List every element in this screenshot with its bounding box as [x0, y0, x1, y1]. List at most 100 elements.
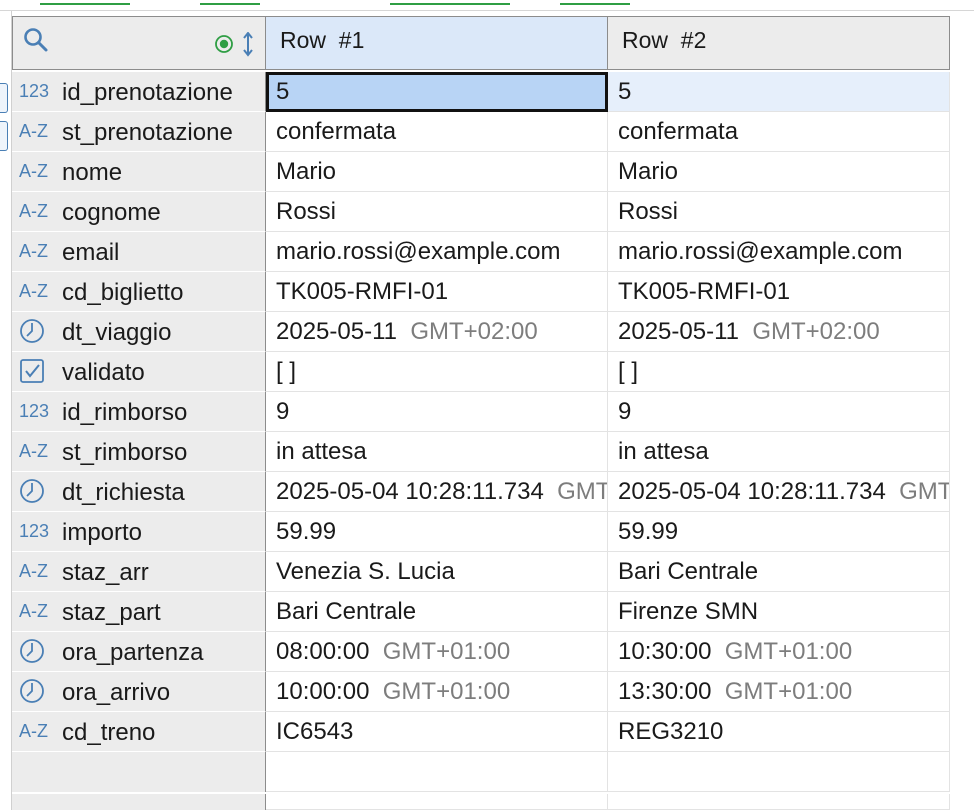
field-header-id-rimborso[interactable]: 123 id_rimborso: [12, 392, 266, 432]
field-name-label: ora_arrivo: [62, 679, 171, 706]
search-icon[interactable]: [23, 27, 49, 58]
value-cell[interactable]: 2025-05-04 10:28:11.734 GMT+02:00: [608, 472, 950, 512]
value-cell[interactable]: 08:00:00 GMT+01:00: [266, 632, 608, 672]
value-cell[interactable]: 5: [608, 72, 950, 112]
value-cell[interactable]: TK005-RMFI-01: [608, 272, 950, 312]
field-header-id-prenotazione[interactable]: 123 id_prenotazione: [12, 72, 266, 112]
value-cell[interactable]: in attesa: [266, 432, 608, 472]
field-header-staz-arr[interactable]: A-Z staz_arr: [12, 552, 266, 592]
field-header-importo[interactable]: 123 importo: [12, 512, 266, 552]
cell-value: 2025-05-11: [276, 318, 397, 345]
top-strip-fragment: [40, 0, 130, 5]
value-cell[interactable]: confermata: [608, 112, 950, 152]
empty-cell: [608, 752, 950, 792]
cell-value: 5: [276, 78, 290, 105]
value-cell[interactable]: 9: [266, 392, 608, 432]
number-type-icon: 123: [19, 401, 50, 421]
cell-value: 2025-05-11: [618, 318, 739, 345]
value-cell[interactable]: 2025-05-11 GMT+02:00: [266, 312, 608, 352]
field-header-cd-treno[interactable]: A-Z cd_treno: [12, 712, 266, 752]
field-name-label: st_rimborso: [62, 439, 188, 466]
value-cell[interactable]: Rossi: [266, 192, 608, 232]
field-name-label: nome: [62, 159, 123, 186]
cell-value: mario.rossi@example.com: [276, 238, 561, 265]
column-header-row-1[interactable]: Row #1: [266, 16, 608, 70]
field-header-validato[interactable]: validato: [12, 352, 266, 392]
value-cell[interactable]: mario.rossi@example.com: [266, 232, 608, 272]
field-name-label: importo: [62, 519, 143, 546]
value-cell[interactable]: 13:30:00 GMT+01:00: [608, 672, 950, 712]
value-cell[interactable]: 5: [266, 72, 608, 112]
number-type-icon: 123: [19, 521, 50, 541]
timezone-suffix: GMT+01:00: [382, 638, 511, 665]
value-cell[interactable]: 59.99: [608, 512, 950, 552]
value-cell[interactable]: REG3210: [608, 712, 950, 752]
field-header-cd-biglietto[interactable]: A-Z cd_biglietto: [12, 272, 266, 312]
field-header-ora-partenza[interactable]: ora_partenza: [12, 632, 266, 672]
text-type-icon: A-Z: [19, 201, 48, 221]
value-cell[interactable]: in attesa: [608, 432, 950, 472]
field-header-st-prenotazione[interactable]: A-Z st_prenotazione: [12, 112, 266, 152]
field-header-cognome[interactable]: A-Z cognome: [12, 192, 266, 232]
field-name-label: staz_arr: [62, 559, 149, 586]
text-type-icon: A-Z: [19, 441, 48, 461]
empty-cell: [266, 794, 608, 810]
cell-value: TK005-RMFI-01: [618, 278, 791, 305]
empty-row-header: [12, 794, 266, 810]
value-cell[interactable]: 10:30:00 GMT+01:00: [608, 632, 950, 672]
text-type-icon: A-Z: [19, 241, 48, 261]
left-panel-gutter: [0, 11, 12, 810]
field-header-st-rimborso[interactable]: A-Z st_rimborso: [12, 432, 266, 472]
cell-value: 5: [618, 78, 632, 105]
cell-value: in attesa: [618, 438, 709, 465]
cell-value: [ ]: [276, 358, 297, 385]
value-cell[interactable]: TK005-RMFI-01: [266, 272, 608, 312]
value-cell[interactable]: [ ]: [266, 352, 608, 392]
field-name-label: dt_viaggio: [62, 319, 172, 346]
value-cell[interactable]: Mario: [608, 152, 950, 192]
cell-value: in attesa: [276, 438, 367, 465]
value-cell[interactable]: Bari Centrale: [266, 592, 608, 632]
value-cell[interactable]: confermata: [266, 112, 608, 152]
field-header-dt-richiesta[interactable]: dt_richiesta: [12, 472, 266, 512]
value-cell[interactable]: [ ]: [608, 352, 950, 392]
cell-value: 2025-05-04 10:28:11.734: [618, 478, 886, 505]
cell-value: 59.99: [276, 518, 337, 545]
field-header-nome[interactable]: A-Z nome: [12, 152, 266, 192]
column-header-row-2[interactable]: Row #2: [608, 16, 950, 70]
value-cell[interactable]: 10:00:00 GMT+01:00: [266, 672, 608, 712]
value-cell[interactable]: mario.rossi@example.com: [608, 232, 950, 272]
field-header-dt-viaggio[interactable]: dt_viaggio: [12, 312, 266, 352]
value-cell[interactable]: Mario: [266, 152, 608, 192]
field-name-label: id_prenotazione: [62, 79, 233, 106]
cell-value: 10:00:00: [276, 678, 370, 705]
cell-value: TK005-RMFI-01: [276, 278, 449, 305]
value-cell[interactable]: Rossi: [608, 192, 950, 232]
empty-cell: [266, 752, 608, 792]
value-cell[interactable]: 2025-05-11 GMT+02:00: [608, 312, 950, 352]
panel-toggle-tab[interactable]: [0, 83, 8, 113]
value-cell[interactable]: 2025-05-04 10:28:11.734 GMT+02:00: [266, 472, 608, 512]
timezone-suffix: GMT+02:00: [557, 478, 607, 505]
number-type-icon: 123: [19, 81, 50, 101]
cell-value: confermata: [618, 118, 739, 145]
value-cell[interactable]: IC6543: [266, 712, 608, 752]
field-name-label: staz_part: [62, 599, 161, 626]
value-cell[interactable]: 9: [608, 392, 950, 432]
cell-value: [ ]: [618, 358, 639, 385]
cell-value: 10:30:00: [618, 638, 712, 665]
datetime-type-icon: [19, 318, 55, 344]
field-header-email[interactable]: A-Z email: [12, 232, 266, 272]
cell-value: Rossi: [276, 198, 337, 225]
cell-value: 59.99: [618, 518, 679, 545]
value-cell[interactable]: Firenze SMN: [608, 592, 950, 632]
field-header-staz-part[interactable]: A-Z staz_part: [12, 592, 266, 632]
field-name-label: cd_treno: [62, 719, 156, 746]
field-header-ora-arrivo[interactable]: ora_arrivo: [12, 672, 266, 712]
panel-toggle-tab[interactable]: [0, 121, 8, 151]
value-cell[interactable]: Bari Centrale: [608, 552, 950, 592]
value-cell[interactable]: Venezia S. Lucia: [266, 552, 608, 592]
value-cell[interactable]: 59.99: [266, 512, 608, 552]
datetime-type-icon: [19, 478, 55, 504]
sort-toggle-icon[interactable]: [213, 31, 259, 63]
